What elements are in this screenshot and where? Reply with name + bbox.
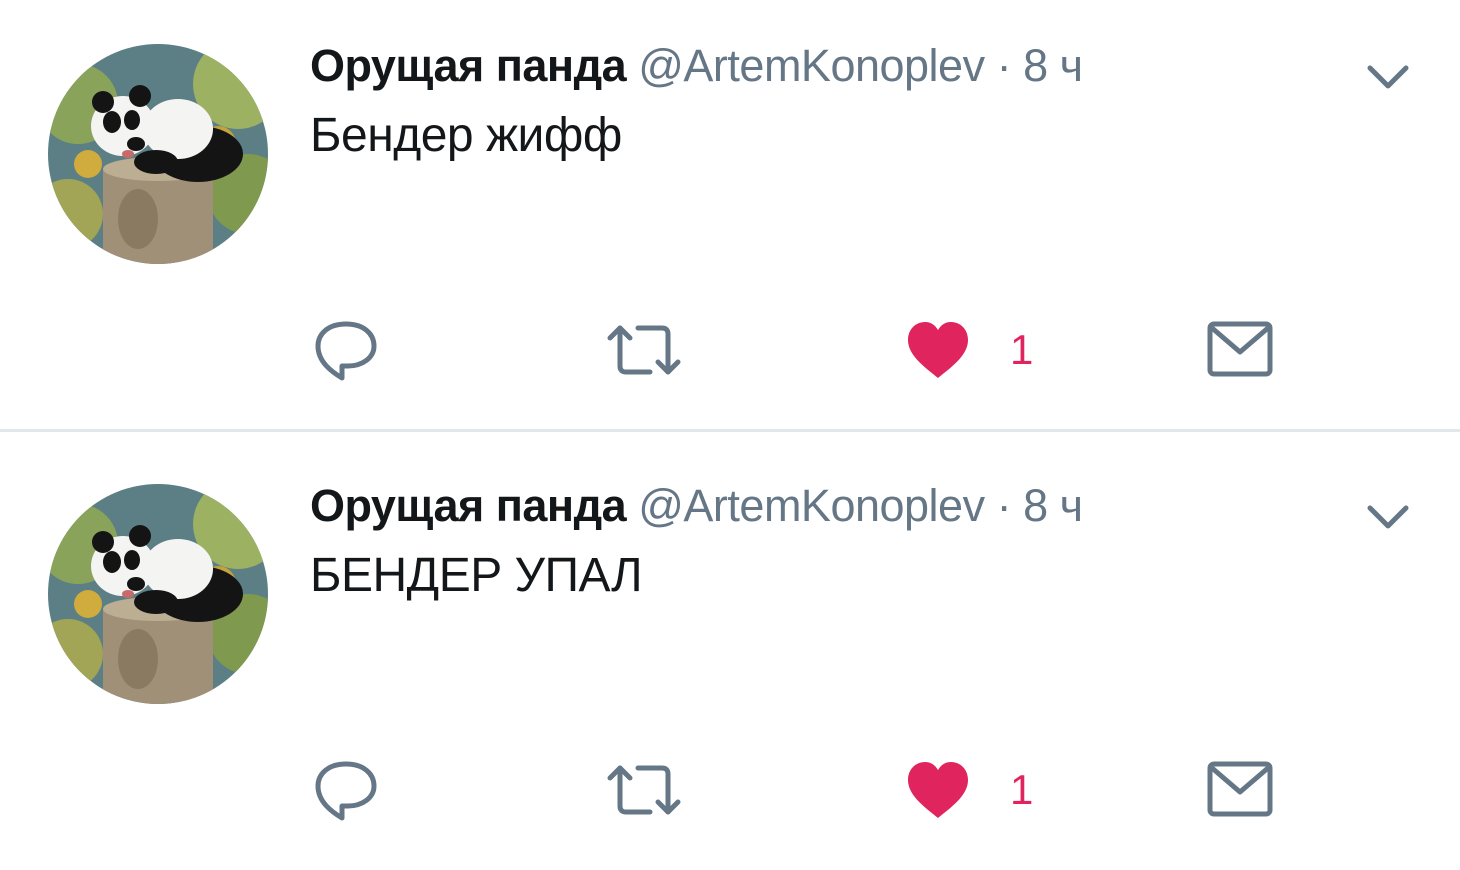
- display-name[interactable]: Орущая панда: [310, 480, 627, 531]
- retweet-icon: [604, 325, 684, 386]
- tweet-header: Орущая панда @ArtemKonoplev · 8 ч: [310, 478, 1083, 534]
- direct-message-button[interactable]: [1206, 318, 1274, 382]
- avatar[interactable]: [48, 44, 268, 264]
- like-button[interactable]: 1: [906, 318, 1046, 382]
- direct-message-icon: [1206, 761, 1274, 826]
- reply-icon: [312, 321, 380, 386]
- tweet-text: БЕНДЕР УПАЛ: [310, 549, 643, 602]
- display-name[interactable]: Орущая панда: [310, 40, 627, 91]
- reply-icon: [312, 761, 380, 826]
- separator-dot: ·: [996, 480, 1012, 531]
- retweet-button[interactable]: [604, 318, 684, 382]
- timestamp[interactable]: 8 ч: [1023, 480, 1083, 531]
- tweet-text: Бендер жифф: [310, 109, 622, 162]
- avatar[interactable]: [48, 484, 268, 704]
- retweet-button[interactable]: [604, 758, 684, 822]
- like-heart-icon: [906, 762, 970, 826]
- chevron-down-icon[interactable]: [1364, 60, 1412, 96]
- like-count: 1: [1010, 766, 1034, 813]
- retweet-icon: [604, 765, 684, 826]
- user-handle[interactable]: @ArtemKonoplev: [638, 480, 985, 531]
- like-heart-icon: [906, 322, 970, 386]
- reply-button[interactable]: [312, 758, 380, 822]
- tweet-header: Орущая панда @ArtemKonoplev · 8 ч: [310, 38, 1083, 94]
- timestamp[interactable]: 8 ч: [1023, 40, 1083, 91]
- reply-button[interactable]: [312, 318, 380, 382]
- user-handle[interactable]: @ArtemKonoplev: [638, 40, 985, 91]
- chevron-down-icon[interactable]: [1364, 500, 1412, 536]
- tweet[interactable]: Орущая панда @ArtemKonoplev · 8 ч Бендер…: [0, 0, 1460, 432]
- tweet-divider: [0, 429, 1460, 432]
- tweet[interactable]: Орущая панда @ArtemKonoplev · 8 ч БЕНДЕР…: [0, 440, 1460, 870]
- direct-message-button[interactable]: [1206, 758, 1274, 822]
- like-count: 1: [1010, 326, 1034, 373]
- like-button[interactable]: 1: [906, 758, 1046, 822]
- direct-message-icon: [1206, 321, 1274, 386]
- separator-dot: ·: [996, 40, 1012, 91]
